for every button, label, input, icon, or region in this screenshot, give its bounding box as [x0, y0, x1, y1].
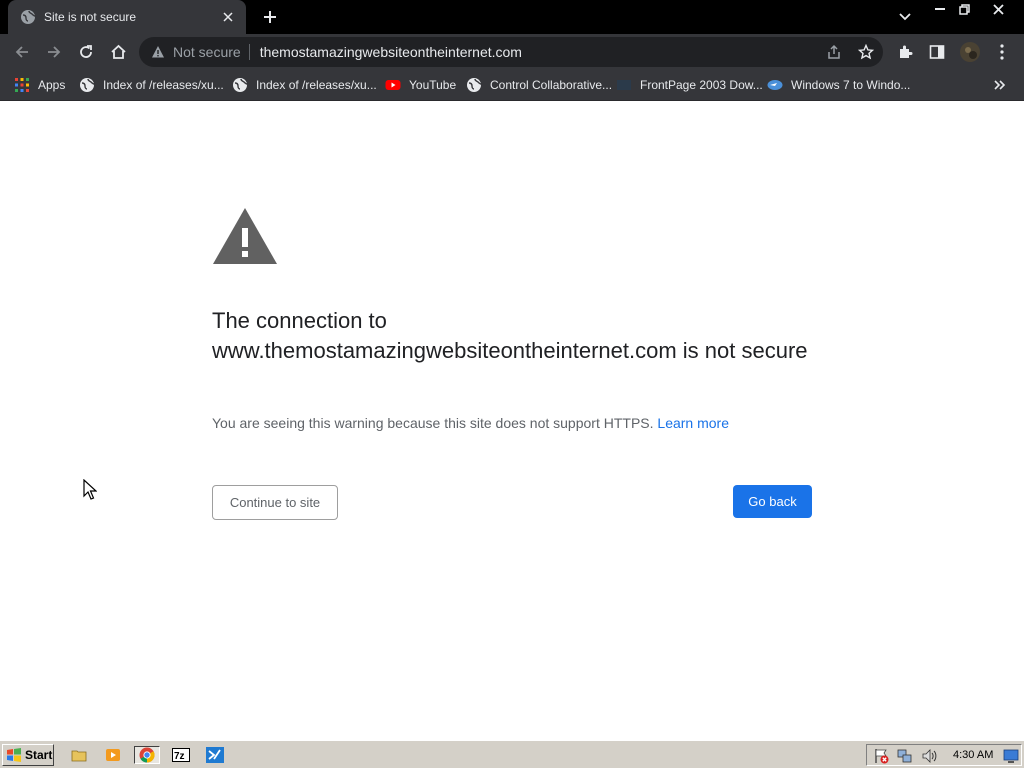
restore-icon	[958, 3, 970, 15]
puzzle-icon	[900, 45, 913, 58]
bookmark-label: Index of /releases/xu...	[103, 78, 224, 92]
tab-strip: Site is not secure	[0, 0, 1024, 34]
quicklaunch-chrome[interactable]	[134, 746, 160, 764]
double-chevron-right-icon	[994, 80, 1006, 90]
svg-text:7z: 7z	[174, 751, 185, 762]
security-status-label[interactable]: Not secure	[173, 44, 241, 60]
media-player-icon	[106, 749, 120, 761]
home-icon	[110, 44, 126, 59]
network-icon[interactable]	[897, 748, 913, 764]
bookmark-control-collaborative[interactable]: Control Collaborative...	[466, 76, 612, 94]
side-panel-icon	[929, 45, 945, 59]
security-alert-icon[interactable]	[873, 748, 889, 764]
clock[interactable]: 4:30 AM	[953, 749, 993, 761]
tab-title: Site is not secure	[44, 10, 137, 24]
bookmark-releases-2[interactable]: Index of /releases/xu...	[232, 76, 377, 94]
share-icon[interactable]	[826, 44, 842, 60]
forward-button[interactable]	[40, 38, 68, 66]
apps-grid-icon	[15, 78, 29, 92]
globe-favicon-icon	[21, 10, 36, 24]
quicklaunch-vscode[interactable]	[203, 746, 227, 764]
quicklaunch-7zip[interactable]: 7z	[169, 746, 193, 764]
bookmarks-bar: Apps Index of /releases/xu... Index of /…	[0, 70, 1024, 101]
interstitial-page: The connection to www.themostamazingwebs…	[0, 101, 1024, 740]
code-editor-icon	[206, 747, 224, 763]
menu-button[interactable]	[988, 38, 1016, 66]
go-back-button[interactable]: Go back	[733, 485, 812, 518]
close-window-button[interactable]	[984, 0, 1012, 18]
close-icon	[992, 3, 1004, 15]
explanation-message: You are seeing this warning because this…	[212, 415, 654, 431]
avatar	[960, 42, 980, 62]
restore-button[interactable]	[950, 0, 978, 18]
windows-bookmark-icon	[767, 80, 783, 90]
back-button[interactable]	[8, 38, 36, 66]
start-button[interactable]: Start	[2, 744, 54, 766]
bookmark-label: Index of /releases/xu...	[256, 78, 377, 92]
quicklaunch-media-player[interactable]	[103, 746, 123, 764]
reload-button[interactable]	[72, 38, 100, 66]
reload-icon	[80, 45, 92, 58]
learn-more-link[interactable]: Learn more	[657, 415, 729, 431]
profile-button[interactable]	[956, 38, 984, 66]
quicklaunch-explorer[interactable]	[69, 746, 89, 764]
7zip-icon: 7z	[172, 748, 190, 762]
system-tray: 4:30 AM	[866, 744, 1022, 766]
warning-triangle-icon	[213, 208, 277, 264]
explanation-text: You are seeing this warning because this…	[212, 414, 812, 432]
tab-close-icon[interactable]	[220, 9, 236, 25]
tab-search-button[interactable]	[893, 6, 917, 28]
start-label: Start	[25, 748, 53, 762]
continue-to-site-button[interactable]: Continue to site	[212, 485, 338, 520]
home-button[interactable]	[104, 38, 132, 66]
minimize-icon	[935, 8, 945, 10]
arrow-right-icon	[48, 46, 61, 58]
folder-icon	[71, 750, 87, 762]
browser-toolbar: Not secure themostamazingwebsiteontheint…	[0, 34, 1024, 70]
bookmark-label: Windows 7 to Windo...	[791, 78, 911, 92]
side-panel-button[interactable]	[923, 38, 951, 66]
star-icon[interactable]	[858, 44, 874, 60]
globe-icon	[80, 78, 95, 92]
bookmark-windows7[interactable]: Windows 7 to Windo...	[767, 76, 910, 94]
kebab-menu-icon	[1000, 44, 1004, 60]
arrow-left-icon	[15, 46, 28, 58]
windows-logo-icon	[7, 748, 21, 762]
tab-active[interactable]: Site is not secure	[8, 0, 246, 34]
warning-triangle-icon[interactable]	[151, 45, 165, 59]
plus-icon	[264, 11, 276, 23]
bookmark-releases-1[interactable]: Index of /releases/xu...	[79, 76, 224, 94]
page-title: The connection to www.themostamazingwebs…	[212, 308, 808, 363]
bookmark-youtube[interactable]: YouTube	[385, 76, 456, 94]
bookmark-label: Apps	[38, 78, 66, 92]
desktop-icon[interactable]	[1003, 748, 1019, 764]
youtube-icon	[385, 80, 401, 90]
bookmark-label: Control Collaborative...	[490, 78, 613, 92]
volume-icon[interactable]	[921, 748, 937, 764]
bookmark-label: YouTube	[409, 78, 457, 92]
chevron-down-icon	[899, 13, 911, 21]
extensions-button[interactable]	[892, 38, 920, 66]
bookmark-label: FrontPage 2003 Dow...	[640, 78, 763, 92]
globe-icon	[233, 78, 248, 92]
bookmarks-overflow-button[interactable]	[994, 76, 1006, 94]
mouse-pointer-icon	[83, 479, 97, 500]
frontpage-icon	[617, 80, 631, 90]
new-tab-button[interactable]	[258, 6, 282, 28]
bookmark-frontpage[interactable]: FrontPage 2003 Dow...	[616, 76, 763, 94]
globe-icon	[467, 78, 482, 92]
taskbar: Start 7z 4:30 AM	[0, 740, 1024, 768]
address-bar[interactable]: Not secure themostamazingwebsiteontheint…	[139, 37, 883, 67]
omnibox-divider	[248, 44, 250, 60]
url-text[interactable]: themostamazingwebsiteontheinternet.com	[260, 44, 522, 60]
chrome-icon	[139, 747, 155, 763]
bookmark-apps[interactable]: Apps	[14, 76, 65, 94]
